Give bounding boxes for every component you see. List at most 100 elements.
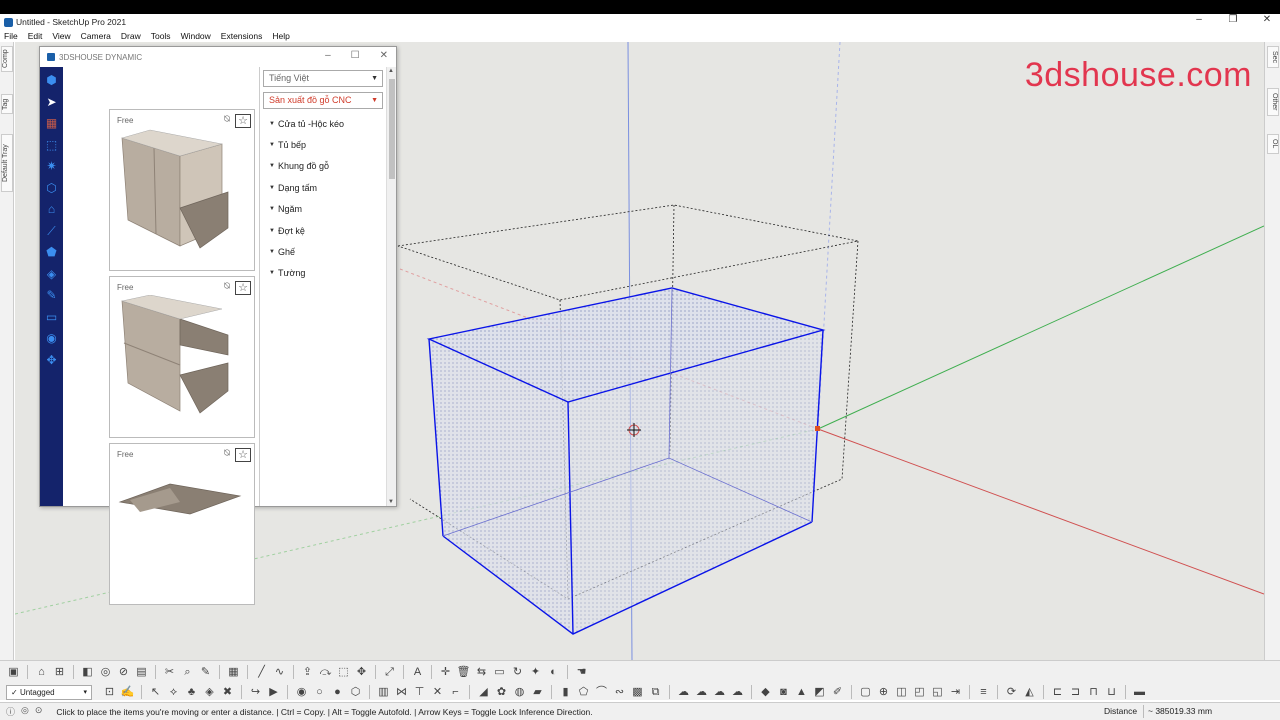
plugin-close-button[interactable]: ✕ xyxy=(380,50,388,61)
move-icon[interactable]: ✥ xyxy=(45,353,59,367)
component-icon[interactable]: ◧ xyxy=(80,665,95,679)
line-icon[interactable]: ╱ xyxy=(254,665,269,679)
tray-tab-sec[interactable]: Sec xyxy=(1267,46,1279,68)
grid-icon[interactable]: ▩ xyxy=(630,685,645,699)
flip-edge-icon[interactable]: ▰ xyxy=(530,685,545,699)
category-item[interactable]: ▼ Đợt kệ xyxy=(269,220,344,241)
ortho-icon[interactable]: ◈ xyxy=(202,685,217,699)
minimize-button[interactable]: – xyxy=(1194,14,1204,25)
category-item[interactable]: ▼ Tường xyxy=(269,263,344,284)
smoove-icon[interactable]: ◍ xyxy=(512,685,527,699)
arrange-icon[interactable]: ⧉ xyxy=(648,685,663,699)
line-chart-icon[interactable]: ⟋ xyxy=(45,224,59,238)
arc-icon[interactable]: ↪ xyxy=(248,685,263,699)
flip-icon[interactable]: ⇆ xyxy=(474,665,489,679)
category-item[interactable]: ▼ Ghế xyxy=(269,241,344,262)
align-1-icon[interactable]: ⊏ xyxy=(1050,685,1065,699)
lock-icon[interactable]: ⊓ xyxy=(1086,685,1101,699)
red-box-icon[interactable]: ◙ xyxy=(776,685,791,699)
no-bell-icon[interactable]: ⍉ xyxy=(224,281,230,295)
tray-tab-comp[interactable]: Comp xyxy=(1,46,13,72)
cloud-3-icon[interactable]: ☁ xyxy=(712,685,727,699)
puzzle-icon[interactable]: ⬟ xyxy=(45,245,59,259)
sandbox-icon[interactable]: ✦ xyxy=(528,665,543,679)
scroll-thumb[interactable] xyxy=(389,79,395,179)
snap-diag-icon[interactable]: ⋈ xyxy=(394,685,409,699)
section-icon[interactable]: ▦ xyxy=(226,665,241,679)
x-ray-icon[interactable]: ◐ xyxy=(546,665,561,679)
snap-corner-icon[interactable]: ⌐ xyxy=(448,685,463,699)
align-2-icon[interactable]: ⊐ xyxy=(1068,685,1083,699)
paint-bucket-icon[interactable]: ✍ xyxy=(120,685,135,699)
scroll-up-icon[interactable]: ▲ xyxy=(388,68,394,74)
pencil-box-icon[interactable]: ✐ xyxy=(830,685,845,699)
cylinder-icon[interactable]: ▮ xyxy=(558,685,573,699)
menu-tools[interactable]: Tools xyxy=(151,31,171,41)
menu-edit[interactable]: Edit xyxy=(28,31,43,41)
style-icon[interactable]: ⊡ xyxy=(102,685,117,699)
select-box-icon[interactable]: ⬚ xyxy=(45,138,59,152)
camera-eye-icon[interactable]: ◉ xyxy=(294,685,309,699)
user-icon[interactable]: ◉ xyxy=(45,331,59,345)
menu-extensions[interactable]: Extensions xyxy=(221,31,263,41)
category-item[interactable]: ▼ Cửa tủ -Hộc kéo xyxy=(269,113,344,134)
plugin-title-bar[interactable]: 3DSHOUSE DYNAMIC – ☐ ✕ xyxy=(40,47,396,67)
model-info-icon[interactable]: ▣ xyxy=(6,665,21,679)
monitor-icon[interactable]: ▭ xyxy=(45,310,59,324)
cabinet-icon[interactable]: ▦ xyxy=(45,116,59,130)
circle-fill-icon[interactable]: ● xyxy=(330,685,345,699)
star-icon[interactable]: ☆ xyxy=(235,281,251,295)
category-select[interactable]: Sản xuất đồ gỗ CNC ▼ xyxy=(263,92,383,109)
scroll-down-icon[interactable]: ▼ xyxy=(388,499,394,505)
house-icon[interactable]: ⌂ xyxy=(45,202,59,216)
menu-file[interactable]: File xyxy=(4,31,18,41)
cloud-4-icon[interactable]: ☁ xyxy=(730,685,745,699)
offset-icon[interactable]: ⬚ xyxy=(336,665,351,679)
plugin-scrollbar[interactable]: ▲ ▼ xyxy=(386,67,396,506)
layers-icon[interactable]: ◈ xyxy=(45,267,59,281)
help-icon[interactable]: ⬢ xyxy=(45,73,59,87)
cursor-icon[interactable]: ➤ xyxy=(45,95,59,109)
tray-tab-other[interactable]: Other xyxy=(1267,88,1279,116)
product-card[interactable]: Free ⍉ ☆ xyxy=(109,443,255,605)
select-icon[interactable]: ↖ xyxy=(148,685,163,699)
warehouse-icon[interactable]: ⌂ xyxy=(34,665,49,679)
gear-icon[interactable]: ✷ xyxy=(45,159,59,173)
category-item[interactable]: ▼ Ngăm xyxy=(269,199,344,220)
menu-help[interactable]: Help xyxy=(272,31,289,41)
cloud-2-icon[interactable]: ☁ xyxy=(694,685,709,699)
wire-icon[interactable]: ✖ xyxy=(220,685,235,699)
cloud-1-icon[interactable]: ☁ xyxy=(676,685,691,699)
axes-icon[interactable]: ✛ xyxy=(438,665,453,679)
frame-6-icon[interactable]: ⇥ xyxy=(948,685,963,699)
eraser-icon[interactable]: ▤ xyxy=(134,665,149,679)
star-icon[interactable]: ☆ xyxy=(235,114,251,128)
tape-icon[interactable]: ✂ xyxy=(162,665,177,679)
category-item[interactable]: ▼ Tủ bếp xyxy=(269,134,344,155)
snap-cross-icon[interactable]: ✕ xyxy=(430,685,445,699)
pan-icon[interactable]: ⊘ xyxy=(116,665,131,679)
no-bell-icon[interactable]: ⍉ xyxy=(224,448,230,462)
orbit-icon[interactable]: ◎ xyxy=(98,665,113,679)
layout-icon[interactable]: ▬ xyxy=(1132,685,1147,699)
blue-box-icon[interactable]: ◆ xyxy=(758,685,773,699)
tray-tab-ol[interactable]: OL xyxy=(1267,134,1279,154)
frame-5-icon[interactable]: ◱ xyxy=(930,685,945,699)
frame-3-icon[interactable]: ◫ xyxy=(894,685,909,699)
cube-icon[interactable]: ⬡ xyxy=(45,181,59,195)
category-item[interactable]: ▼ Khung đồ gỗ xyxy=(269,156,344,177)
prism-icon[interactable]: ◭ xyxy=(1022,685,1037,699)
fill-icon[interactable]: ♣ xyxy=(184,685,199,699)
pen-icon[interactable]: ✎ xyxy=(45,288,59,302)
green-tile-icon[interactable]: ◩ xyxy=(812,685,827,699)
paint-icon[interactable]: ✎ xyxy=(198,665,213,679)
rotate-icon[interactable]: ↻ xyxy=(510,665,525,679)
stamp-icon[interactable]: ✿ xyxy=(494,685,509,699)
shapes-icon[interactable]: ⬠ xyxy=(576,685,591,699)
green-play-icon[interactable]: ▶ xyxy=(266,685,281,699)
freehand-icon[interactable]: ∿ xyxy=(272,665,287,679)
rope-icon[interactable]: ∾ xyxy=(612,685,627,699)
bars-icon[interactable]: ≡ xyxy=(976,685,991,699)
language-select[interactable]: Tiếng Việt ▼ xyxy=(263,70,383,87)
frame-1-icon[interactable]: ▢ xyxy=(858,685,873,699)
